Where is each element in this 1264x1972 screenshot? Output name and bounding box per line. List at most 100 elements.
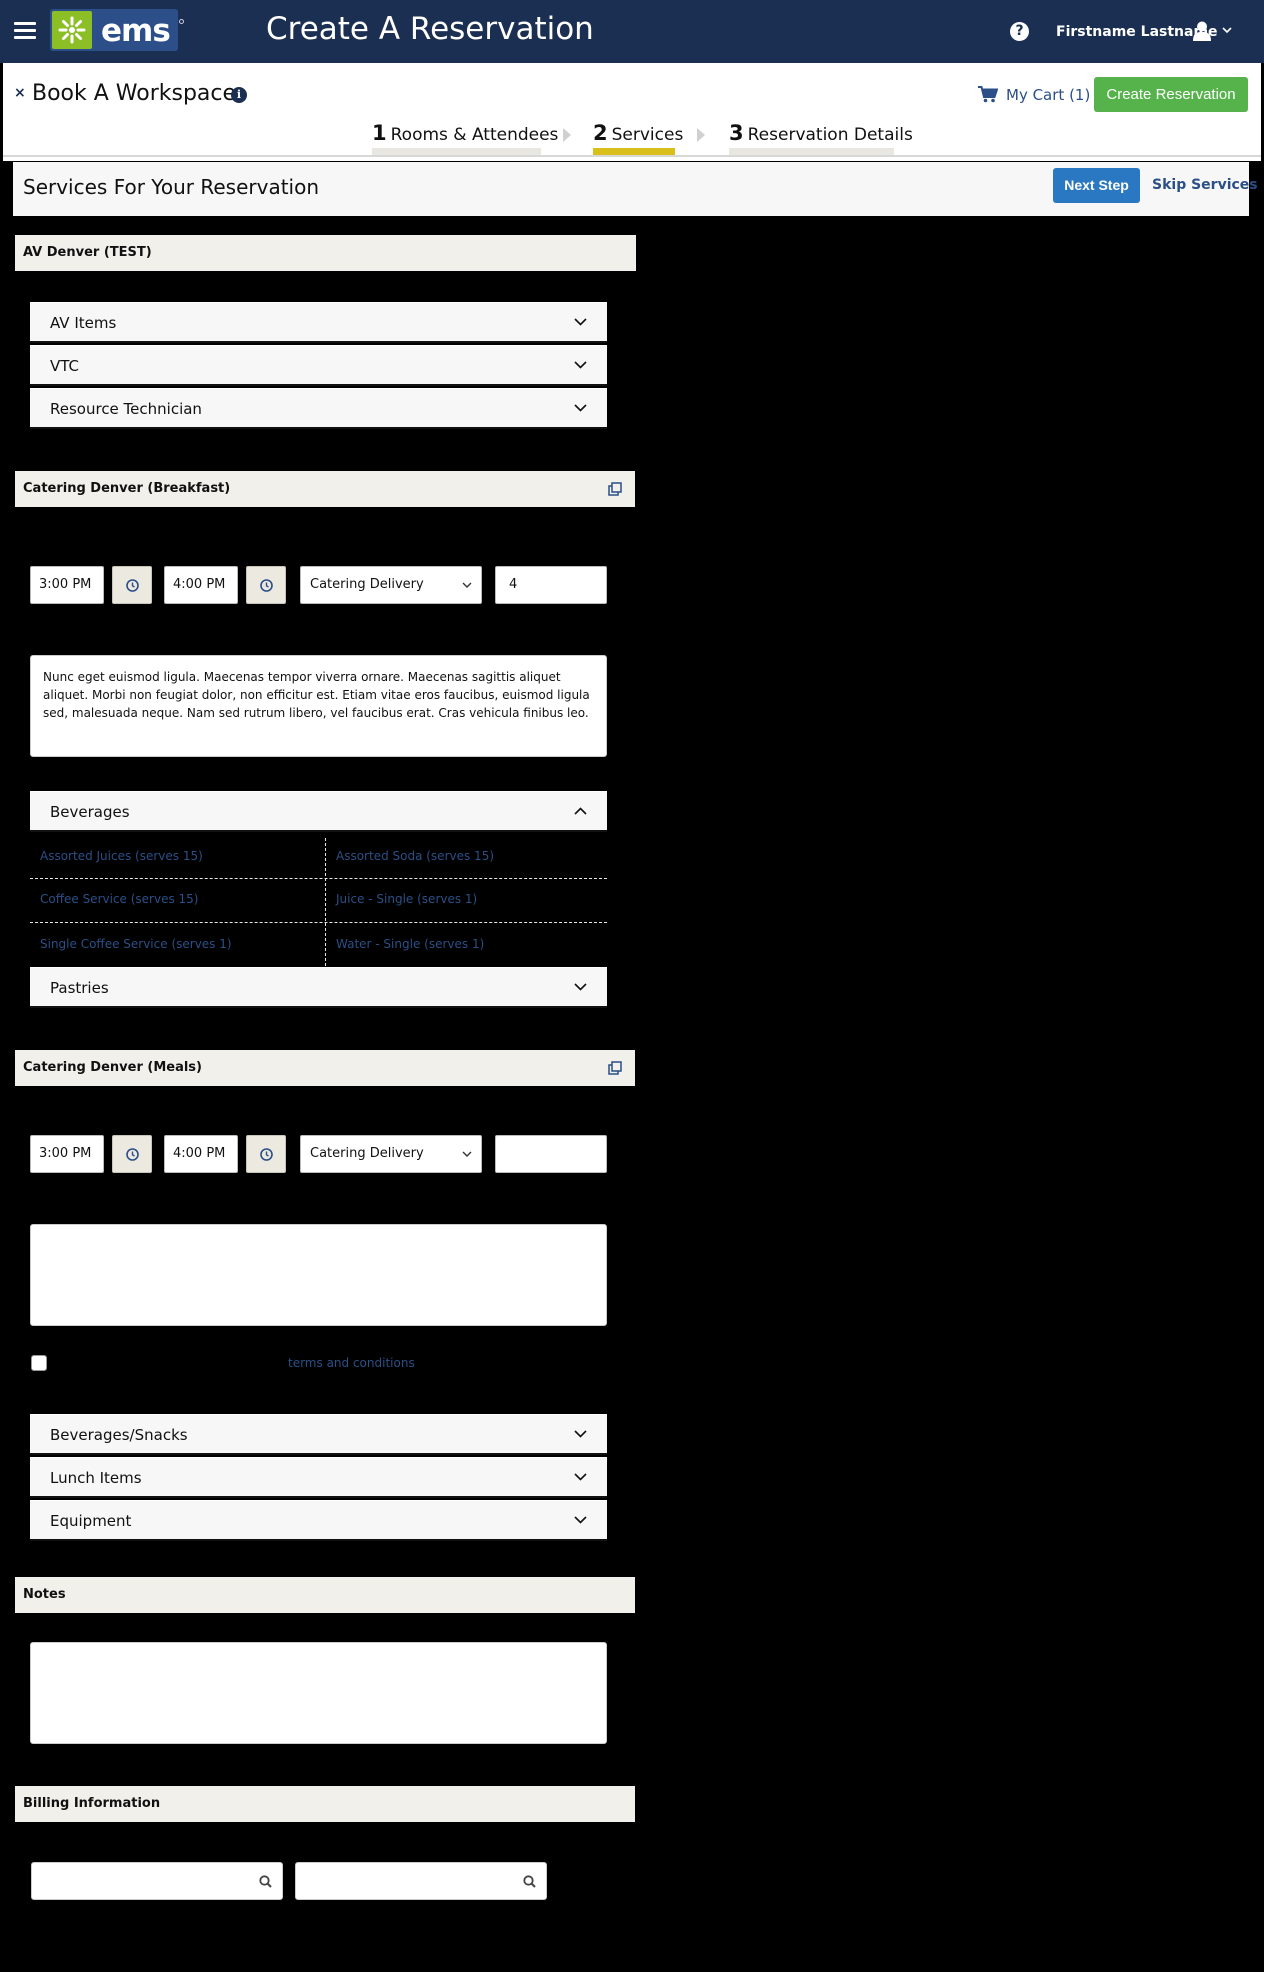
cart-icon[interactable] xyxy=(978,86,998,103)
my-cart-link[interactable]: My Cart (1) xyxy=(1006,86,1090,104)
accordion-label: Equipment xyxy=(50,1512,132,1530)
clock-icon xyxy=(126,1148,139,1161)
quantity-input[interactable] xyxy=(495,1135,607,1173)
search-icon xyxy=(259,1875,272,1888)
start-time-picker-button[interactable] xyxy=(112,566,152,604)
billing-search-input-2[interactable] xyxy=(295,1862,547,1900)
chevron-down-icon xyxy=(574,1473,587,1481)
accordion-beverages-snacks[interactable]: Beverages/Snacks xyxy=(30,1414,607,1455)
beverage-item[interactable]: Single Coffee Service (serves 1) xyxy=(30,923,324,967)
workspace-header xyxy=(3,63,1261,161)
section-header-meals: Catering Denver (Meals) xyxy=(15,1050,635,1086)
end-time-input[interactable]: 4:00 PM xyxy=(164,566,238,604)
accordion-label: AV Items xyxy=(50,314,117,332)
grid-divider xyxy=(325,838,326,966)
accordion-beverages[interactable]: Beverages xyxy=(30,791,607,832)
page-title: Create A Reservation xyxy=(266,11,594,47)
chevron-down-icon xyxy=(574,318,587,326)
section-header-breakfast: Catering Denver (Breakfast) xyxy=(15,471,635,507)
workspace-title: Book A Workspace xyxy=(32,81,237,106)
start-time-input[interactable]: 3:00 PM xyxy=(30,1135,104,1173)
step-arrow-icon xyxy=(697,128,705,142)
step-indicator xyxy=(372,148,541,155)
chevron-down-icon xyxy=(574,1516,587,1524)
section-header-notes: Notes xyxy=(15,1577,635,1613)
step-arrow-icon xyxy=(563,128,571,142)
services-title: Services For Your Reservation xyxy=(23,175,320,199)
end-time-picker-button[interactable] xyxy=(246,1135,286,1173)
accordion-vtc[interactable]: VTC xyxy=(30,345,607,386)
terms-link[interactable]: terms and conditions xyxy=(288,1356,415,1370)
copy-icon[interactable] xyxy=(608,482,622,496)
start-time-picker-button[interactable] xyxy=(112,1135,152,1173)
step-reservation-details[interactable]: 3 Reservation Details xyxy=(729,121,913,145)
step-services[interactable]: 2 Services xyxy=(593,121,683,145)
accordion-pastries[interactable]: Pastries xyxy=(30,967,607,1008)
delivery-value: Catering Delivery xyxy=(310,577,424,592)
beverage-item[interactable]: Assorted Juices (serves 15) xyxy=(30,835,324,879)
end-time-input[interactable]: 4:00 PM xyxy=(164,1135,238,1173)
end-time-picker-button[interactable] xyxy=(246,566,286,604)
clock-icon xyxy=(260,579,273,592)
skip-services-link[interactable]: Skip Services xyxy=(1152,177,1258,193)
accordion-label: Resource Technician xyxy=(50,400,202,418)
create-reservation-button[interactable]: Create Reservation xyxy=(1094,77,1248,112)
beverage-item[interactable]: Juice - Single (serves 1) xyxy=(326,878,607,922)
copy-icon[interactable] xyxy=(608,1061,622,1075)
clock-icon xyxy=(260,1148,273,1161)
section-title: Catering Denver (Breakfast) xyxy=(23,481,231,496)
accordion-label: Lunch Items xyxy=(50,1469,142,1487)
trademark-icon xyxy=(179,19,184,24)
accordion-lunch-items[interactable]: Lunch Items xyxy=(30,1457,607,1498)
terms-checkbox[interactable] xyxy=(31,1355,47,1371)
chevron-down-icon[interactable] xyxy=(1222,27,1232,34)
step-indicator-active xyxy=(593,148,675,155)
beverage-item[interactable]: Assorted Soda (serves 15) xyxy=(326,835,607,879)
chevron-down-icon xyxy=(462,1151,472,1157)
section-title: Catering Denver (Meals) xyxy=(23,1060,202,1075)
beverage-item[interactable]: Water - Single (serves 1) xyxy=(326,923,607,967)
clock-icon xyxy=(126,579,139,592)
accordion-equipment[interactable]: Equipment xyxy=(30,1500,607,1541)
step-number: 2 xyxy=(593,121,608,145)
next-step-button[interactable]: Next Step xyxy=(1053,168,1140,203)
step-label: Reservation Details xyxy=(747,125,913,145)
close-icon[interactable]: × xyxy=(14,85,26,101)
meals-note-textarea[interactable] xyxy=(30,1224,607,1326)
step-rooms-attendees[interactable]: 1 Rooms & Attendees xyxy=(372,121,558,145)
delivery-select[interactable]: Catering Delivery xyxy=(300,566,482,604)
section-header-av: AV Denver (TEST) xyxy=(15,235,636,271)
accordion-label: Pastries xyxy=(50,979,109,997)
step-indicator xyxy=(729,148,894,155)
quantity-input[interactable]: 4 xyxy=(495,566,607,604)
accordion-label: Beverages/Snacks xyxy=(50,1426,188,1444)
section-title: Notes xyxy=(23,1587,66,1602)
logo-text: ems xyxy=(101,13,171,49)
user-icon[interactable] xyxy=(1193,21,1211,41)
ems-logo[interactable]: ems xyxy=(50,9,184,51)
section-title: AV Denver (TEST) xyxy=(23,245,152,260)
section-header-billing: Billing Information xyxy=(15,1786,635,1822)
delivery-value: Catering Delivery xyxy=(310,1146,424,1161)
step-number: 3 xyxy=(729,121,744,145)
step-label: Services xyxy=(611,125,684,145)
step-number: 1 xyxy=(372,121,387,145)
steps-divider xyxy=(3,155,1261,157)
breakfast-note-textarea[interactable]: Nunc eget euismod ligula. Maecenas tempo… xyxy=(30,655,607,757)
start-time-input[interactable]: 3:00 PM xyxy=(30,566,104,604)
chevron-down-icon xyxy=(574,361,587,369)
accordion-label: Beverages xyxy=(50,803,130,821)
hamburger-menu-icon[interactable] xyxy=(14,22,36,40)
info-icon[interactable]: i xyxy=(231,87,247,103)
billing-search-input[interactable] xyxy=(31,1862,283,1900)
section-title: Billing Information xyxy=(23,1796,161,1811)
beverage-item[interactable]: Coffee Service (serves 15) xyxy=(30,878,324,922)
notes-textarea[interactable] xyxy=(30,1642,607,1744)
accordion-resource-technician[interactable]: Resource Technician xyxy=(30,388,607,429)
accordion-label: VTC xyxy=(50,357,80,375)
accordion-av-items[interactable]: AV Items xyxy=(30,302,607,343)
chevron-down-icon xyxy=(462,582,472,588)
help-icon[interactable]: ? xyxy=(1010,22,1029,41)
chevron-down-icon xyxy=(574,404,587,412)
delivery-select[interactable]: Catering Delivery xyxy=(300,1135,482,1173)
